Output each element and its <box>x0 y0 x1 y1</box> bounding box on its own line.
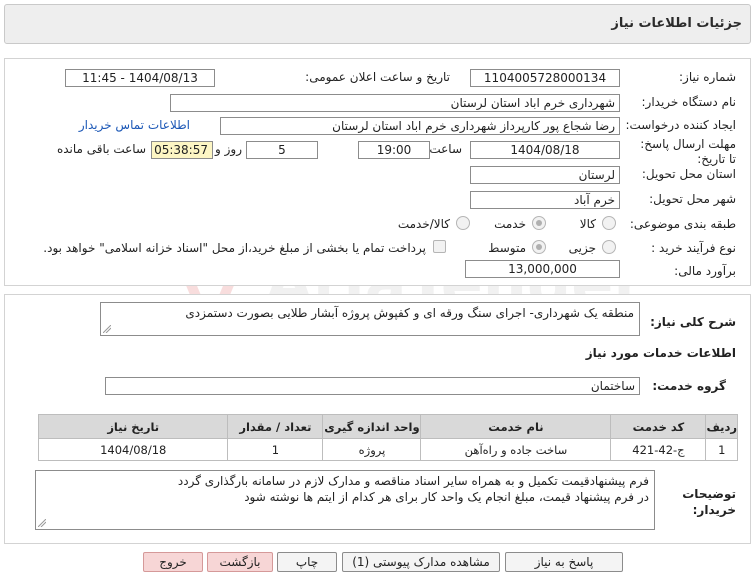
deadline-label: مهلت ارسال پاسخ: تا تاریخ: <box>640 137 736 166</box>
province-label: استان محل تحویل: <box>641 167 736 181</box>
cell-service-code: ج-42-421 <box>610 438 707 461</box>
deadline-time-field[interactable]: 19:00 <box>358 141 430 159</box>
buyer-org-label: نام دستگاه خریدار: <box>641 95 737 109</box>
process-label: نوع فرآیند خرید : <box>651 241 736 255</box>
treasury-payment-checkbox[interactable] <box>433 240 446 253</box>
remaining-time-label: ساعت باقی مانده <box>56 142 146 156</box>
treasury-payment-note: پرداخت تمام یا بخشی از مبلغ خرید،از محل … <box>43 241 426 255</box>
process-radio-medium[interactable] <box>532 240 546 254</box>
category-label: طبقه بندی موضوعی: <box>629 217 736 231</box>
buyer-notes-label: توضیحات خریدار: <box>682 487 736 517</box>
announce-date-field[interactable]: 1404/08/13 - 11:45 <box>65 69 215 87</box>
buyer-org-field[interactable]: شهرداری خرم اباد استان لرستان <box>170 94 620 112</box>
service-group-field[interactable]: ساختمان <box>105 377 640 395</box>
process-option-minor: جزیی <box>568 241 596 255</box>
page-title: جزئیات اطلاعات نیاز <box>611 16 742 31</box>
buyer-notes-line-2: در فرم پیشنهاد قیمت، مبلغ انجام یک واحد … <box>244 490 649 504</box>
need-info-section: شماره نیاز: 1104005728000134 تاریخ و ساع… <box>4 58 751 286</box>
city-field[interactable]: خرم آباد <box>470 191 620 209</box>
remaining-time-field: 05:38:57 <box>151 141 213 159</box>
cell-unit: پروژه <box>322 438 422 461</box>
resize-handle-icon[interactable] <box>103 325 111 333</box>
services-title: اطلاعات خدمات مورد نیاز <box>585 346 736 360</box>
col-service-code: کد خدمت <box>610 414 707 439</box>
category-radio-service[interactable] <box>532 216 546 230</box>
estimate-field[interactable]: 13,000,000 <box>465 260 620 278</box>
col-row-number: ردیف <box>705 414 738 439</box>
summary-textarea[interactable]: منطقه یک شهرداری- اجرای سنگ ورقه ای و کف… <box>100 302 640 336</box>
need-number-label: شماره نیاز: <box>679 70 736 84</box>
buyer-notes-textarea[interactable]: فرم پیشنهادقیمت تکمیل و به همراه سایر اس… <box>35 470 655 530</box>
page-header: جزئیات اطلاعات نیاز <box>4 4 751 44</box>
services-table: ردیف کد خدمت نام خدمت واحد اندازه گیری ت… <box>37 414 738 461</box>
view-attachments-button[interactable]: مشاهده مدارک پیوستی (1) <box>342 552 500 572</box>
respond-button[interactable]: پاسخ به نیاز <box>505 552 623 572</box>
services-table-header: ردیف کد خدمت نام خدمت واحد اندازه گیری ت… <box>37 414 738 439</box>
category-option-service: خدمت <box>494 217 526 231</box>
buyer-notes-line-1: فرم پیشنهادقیمت تکمیل و به همراه سایر اس… <box>177 474 649 488</box>
process-radio-minor[interactable] <box>602 240 616 254</box>
col-unit: واحد اندازه گیری <box>322 414 422 439</box>
deadline-time-label: ساعت <box>429 142 462 156</box>
print-button[interactable]: چاپ <box>277 552 337 572</box>
category-option-goods-service: کالا/خدمت <box>397 217 450 231</box>
need-summary-section: شرح کلی نیاز: منطقه یک شهرداری- اجرای سن… <box>4 294 751 472</box>
exit-button[interactable]: خروج <box>143 552 203 572</box>
summary-text: منطقه یک شهرداری- اجرای سنگ ورقه ای و کف… <box>185 306 634 320</box>
need-details-page: AriaTender.neT جزئیات اطلاعات نیاز شماره… <box>0 0 755 588</box>
cell-quantity: 1 <box>227 438 324 461</box>
resize-handle-icon[interactable] <box>38 519 46 527</box>
city-label: شهر محل تحویل: <box>649 192 736 206</box>
days-remaining-field[interactable]: 5 <box>246 141 318 159</box>
category-radio-goods-service[interactable] <box>456 216 470 230</box>
announce-date-label: تاریخ و ساعت اعلان عمومی: <box>305 70 450 84</box>
category-radio-goods[interactable] <box>602 216 616 230</box>
back-button[interactable]: بازگشت <box>207 552 273 572</box>
buyer-contact-link[interactable]: اطلاعات تماس خریدار <box>79 118 190 132</box>
requester-field[interactable]: رضا شجاع پور کارپرداز شهرداری خرم اباد ا… <box>220 117 620 135</box>
col-need-date: تاریخ نیاز <box>37 414 229 439</box>
process-option-medium: متوسط <box>488 241 526 255</box>
summary-label: شرح کلی نیاز: <box>650 315 736 329</box>
days-label: روز و <box>215 142 242 156</box>
cell-need-date: 1404/08/18 <box>37 438 229 461</box>
service-group-label: گروه خدمت: <box>652 379 726 393</box>
col-service-name: نام خدمت <box>420 414 612 439</box>
category-option-goods: کالا <box>579 217 596 231</box>
need-number-field[interactable]: 1104005728000134 <box>470 69 620 87</box>
estimate-label: برآورد مالی: <box>674 264 736 278</box>
province-field[interactable]: لرستان <box>470 166 620 184</box>
deadline-date-field[interactable]: 1404/08/18 <box>470 141 620 159</box>
cell-service-name: ساخت جاده و راه‌آهن <box>420 438 612 461</box>
cell-row-number: 1 <box>705 438 738 461</box>
col-quantity: تعداد / مقدار <box>227 414 324 439</box>
requester-label: ایجاد کننده درخواست: <box>625 118 736 132</box>
buyer-notes-section: توضیحات خریدار: فرم پیشنهادقیمت تکمیل و … <box>4 464 751 544</box>
table-row: 1 ج-42-421 ساخت جاده و راه‌آهن پروژه 1 1… <box>37 438 738 461</box>
